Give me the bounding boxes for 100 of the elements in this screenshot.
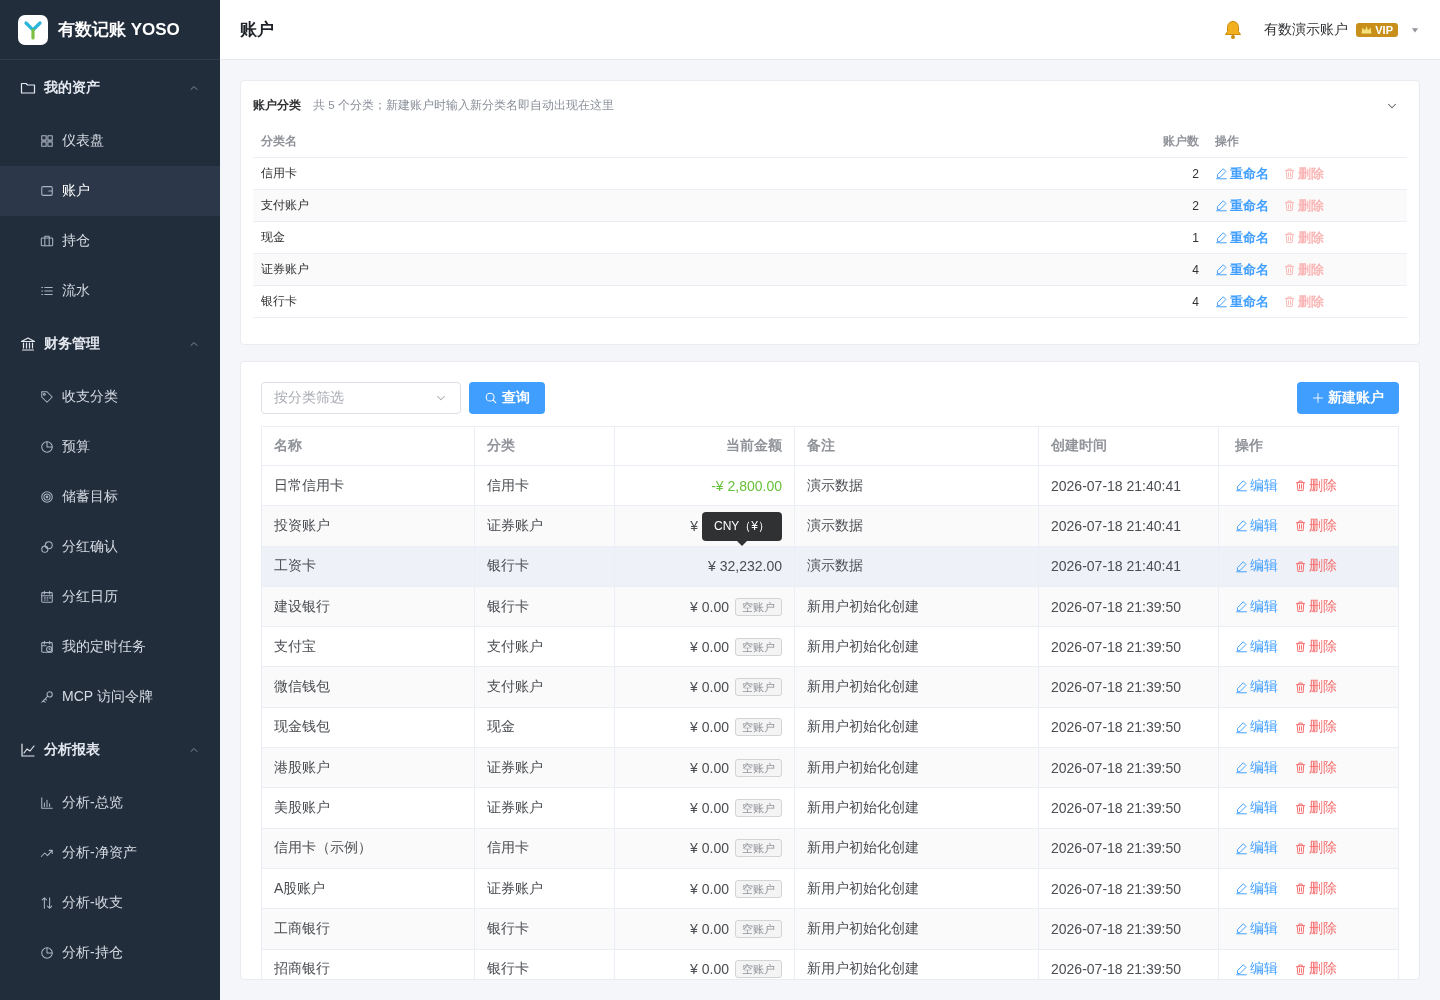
table-cell: 新用户初始化创建 — [795, 909, 1039, 949]
table-cell: 现金钱包 — [262, 707, 475, 748]
sort-arrows-icon — [40, 896, 54, 910]
edit-link[interactable]: 编辑 — [1235, 557, 1278, 576]
sidebar-group[interactable]: 我的资产 — [0, 60, 220, 116]
sidebar-item[interactable]: 分析-净资产 — [0, 828, 220, 878]
edit-link[interactable]: 编辑 — [1235, 919, 1278, 938]
table-row[interactable]: 微信钱包 支付账户 ¥ 0.00 空账户 新用户初始化创建 2026-07-18 21:39:50 编辑 删除 — [262, 667, 1398, 708]
table-cell: 2026-07-18 21:39:50 — [1039, 828, 1219, 868]
trash-icon — [1283, 167, 1296, 180]
edit-link[interactable]: 编辑 — [1235, 879, 1278, 898]
trash-icon — [1294, 519, 1307, 533]
bank-icon — [20, 336, 36, 352]
sidebar-item[interactable]: 流水 — [0, 266, 220, 316]
sidebar-item[interactable]: 分红确认 — [0, 522, 220, 572]
table-cell-text: 信用卡 — [260, 165, 298, 182]
delete-link[interactable]: 删除 — [1294, 637, 1337, 656]
amount-value: ¥ — [690, 517, 698, 534]
amount-value: ¥ 0.00 — [690, 598, 729, 615]
delete-link[interactable]: 删除 — [1294, 839, 1337, 858]
vip-badge: VIP — [1356, 22, 1398, 37]
sidebar-item[interactable]: 我的定时任务 — [0, 622, 220, 672]
edit-link[interactable]: 编辑 — [1235, 839, 1278, 858]
table-cell-text: 2 — [1191, 198, 1200, 213]
table-row[interactable]: 工资卡 银行卡 ¥ 32,232.00 演示数据 2026-07-18 21:40:41 编辑 删除 — [262, 546, 1398, 587]
edit-link[interactable]: 编辑 — [1235, 597, 1278, 616]
new-account-button[interactable]: 新建账户 — [1297, 382, 1399, 414]
pencil-icon — [1215, 263, 1228, 276]
edit-link[interactable]: 编辑 — [1235, 516, 1278, 535]
delete-link[interactable]: 删除 — [1294, 597, 1337, 616]
table-cell-text: 4 — [1191, 262, 1200, 277]
delete-link[interactable]: 删除 — [1294, 718, 1337, 737]
sidebar-item[interactable]: 预算 — [0, 422, 220, 472]
delete-link[interactable]: 删除 — [1294, 557, 1337, 576]
table-row[interactable]: 招商银行 银行卡 ¥ 0.00 空账户 新用户初始化创建 2026-07-18 21:39:50 编辑 删除 — [262, 949, 1398, 979]
table-cell: 支付账户 — [475, 667, 615, 707]
plus-icon — [1312, 392, 1324, 404]
tag-icon — [40, 390, 54, 404]
delete-link[interactable]: 删除 — [1294, 678, 1337, 697]
table-cell: 2026-07-18 21:39:50 — [1039, 586, 1219, 627]
rename-link[interactable]: 重命名 — [1215, 228, 1269, 247]
edit-link[interactable]: 编辑 — [1235, 476, 1278, 495]
calendar-icon — [40, 590, 54, 604]
edit-link[interactable]: 编辑 — [1235, 678, 1278, 697]
search-icon — [484, 391, 498, 405]
delete-link[interactable]: 删除 — [1294, 960, 1337, 979]
delete-link[interactable]: 删除 — [1294, 799, 1337, 817]
table-cell: 微信钱包 — [262, 667, 475, 707]
table-row[interactable]: 工商银行 银行卡 ¥ 0.00 空账户 新用户初始化创建 2026-07-18 21:39:50 编辑 删除 — [262, 909, 1398, 950]
table-row[interactable]: 建设银行 银行卡 ¥ 0.00 空账户 新用户初始化创建 2026-07-18 21:39:50 编辑 删除 — [262, 586, 1398, 628]
query-button[interactable]: 查询 — [469, 382, 545, 414]
table-cell: 2026-07-18 21:39:50 — [1039, 909, 1219, 949]
table-row[interactable]: 港股账户 证券账户 ¥ 0.00 空账户 新用户初始化创建 2026-07-18 21:39:50 编辑 删除 — [262, 748, 1398, 789]
edit-link[interactable]: 编辑 — [1235, 799, 1278, 817]
edit-link[interactable]: 编辑 — [1235, 718, 1278, 737]
table-cell: 2026-07-18 21:40:41 — [1039, 546, 1219, 586]
table-cell: 银行卡 — [475, 546, 615, 586]
rename-link[interactable]: 重命名 — [1215, 196, 1269, 215]
table-row[interactable]: 信用卡（示例） 信用卡 ¥ 0.00 空账户 新用户初始化创建 2026-07-18 21:39:50 编辑 删除 — [262, 828, 1398, 869]
delete-link[interactable]: 删除 — [1294, 758, 1337, 777]
delete-link[interactable]: 删除 — [1294, 879, 1337, 898]
delete-link[interactable]: 删除 — [1294, 919, 1337, 938]
rename-link[interactable]: 重命名 — [1215, 164, 1269, 183]
sidebar-item[interactable]: 持仓 — [0, 216, 220, 266]
table-cell: 投资账户 — [262, 506, 475, 546]
sidebar-item[interactable]: 账户 — [0, 166, 220, 216]
sidebar-item[interactable]: 分析-收支 — [0, 878, 220, 928]
category-filter-dropdown[interactable]: 按分类筛选 — [261, 382, 461, 414]
table-cell: 新用户初始化创建 — [795, 586, 1039, 627]
sidebar-item[interactable]: 分红日历 — [0, 572, 220, 622]
user-name[interactable]: 有数演示账户 — [1264, 20, 1349, 39]
table-cell: 证券账户 — [475, 788, 615, 828]
table-row[interactable]: 美股账户 证券账户 ¥ 0.00 空账户 新用户初始化创建 2026-07-18 21:39:50 编辑 删除 — [262, 788, 1398, 829]
table-cell: 支付账户 — [475, 627, 615, 667]
pencil-icon — [1235, 962, 1248, 976]
sidebar-group[interactable]: 财务管理 — [0, 316, 220, 372]
sidebar-item[interactable]: 分析-总览 — [0, 778, 220, 828]
delete-link[interactable]: 删除 — [1294, 516, 1337, 535]
rename-link[interactable]: 重命名 — [1215, 260, 1269, 279]
empty-tag: 空账户 — [735, 879, 782, 898]
target-icon — [40, 490, 54, 504]
table-cell: 2026-07-18 21:39:50 — [1039, 868, 1219, 909]
delete-link[interactable]: 删除 — [1294, 476, 1337, 495]
sidebar-item[interactable]: 收支分类 — [0, 372, 220, 422]
sidebar-group[interactable]: 分析报表 — [0, 722, 220, 778]
amount-value: -¥ 2,800.00 — [711, 477, 782, 494]
pie-icon — [40, 440, 54, 454]
rename-link[interactable]: 重命名 — [1215, 292, 1269, 311]
app-logo-icon — [18, 14, 48, 45]
edit-link[interactable]: 编辑 — [1235, 637, 1278, 656]
table-cell: 信用卡 — [475, 466, 615, 506]
sidebar-item[interactable]: 仪表盘 — [0, 116, 220, 166]
table-row[interactable]: 投资账户 证券账户 ¥ CNY（¥） 演示数据 2026-07-18 21:40:41 编辑 删除 — [262, 506, 1398, 547]
sidebar-item[interactable]: 储蓄目标 — [0, 472, 220, 522]
sidebar-item[interactable]: 分析-持仓 — [0, 928, 220, 978]
sidebar-item[interactable]: MCP 访问令牌 — [0, 672, 220, 722]
table-cell: 港股账户 — [262, 748, 475, 788]
edit-link[interactable]: 编辑 — [1235, 960, 1278, 979]
edit-link[interactable]: 编辑 — [1235, 758, 1278, 777]
coins-icon — [40, 540, 54, 554]
